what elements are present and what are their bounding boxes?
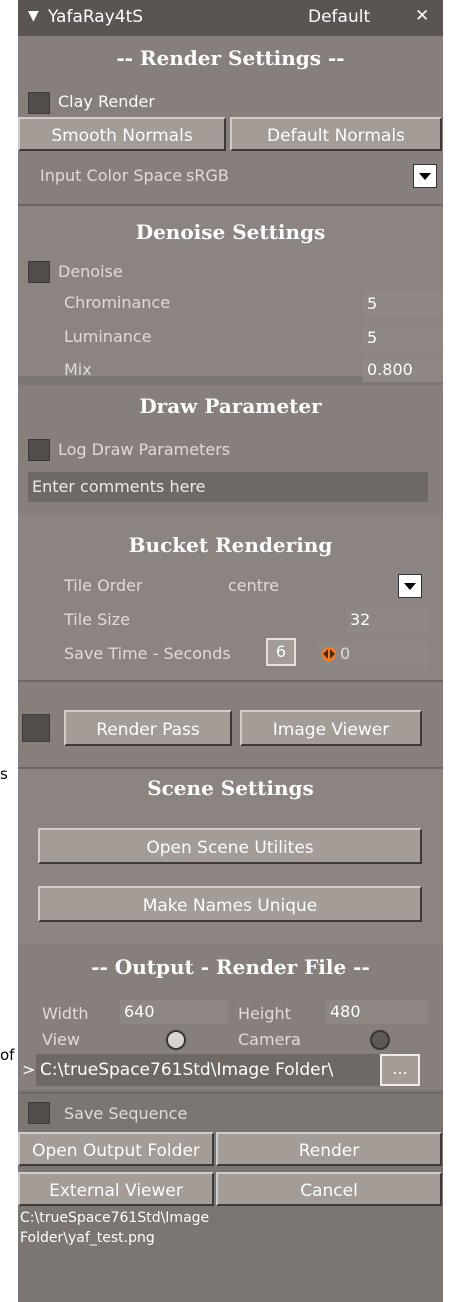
open-output-folder-button[interactable]: Open Output Folder <box>18 1132 214 1166</box>
clay-render-label: Clay Render <box>58 92 155 111</box>
render-button[interactable]: Render <box>216 1132 442 1166</box>
yafaray-panel: ▼ YafaRay4tS Default ✕ -- Render Setting… <box>18 0 443 1302</box>
collapse-icon[interactable]: ▼ <box>28 8 39 24</box>
luminance-field[interactable]: 5 <box>363 326 443 350</box>
counter-value: 0 <box>340 644 351 663</box>
denoise-header: Denoise Settings <box>135 220 326 244</box>
spinner-arrows-icon[interactable] <box>321 646 337 662</box>
open-scene-utilities-button[interactable]: Open Scene Utilites <box>38 828 422 864</box>
input-color-space-label: Input Color Space <box>40 166 183 185</box>
save-sequence-label: Save Sequence <box>64 1104 188 1123</box>
width-field[interactable]: 640 <box>120 1000 228 1024</box>
status-path-line2: Folder\yaf_test.png <box>20 1230 155 1246</box>
default-normals-button[interactable]: Default Normals <box>230 117 442 151</box>
bucket-rendering-header: Bucket Rendering <box>128 533 333 557</box>
view-label: View <box>42 1030 80 1049</box>
camera-radio[interactable] <box>370 1030 390 1050</box>
close-icon[interactable]: ✕ <box>415 6 429 26</box>
smooth-normals-button[interactable]: Smooth Normals <box>18 117 226 151</box>
stray-text: s <box>0 765 8 783</box>
denoise-checkbox[interactable] <box>28 261 50 283</box>
save-time-label: Save Time - Seconds <box>64 644 231 663</box>
tile-size-field[interactable]: 32 <box>346 608 428 632</box>
tile-order-dropdown-icon[interactable] <box>398 574 422 598</box>
camera-label: Camera <box>238 1030 301 1049</box>
title-bar: ▼ YafaRay4tS Default ✕ <box>18 0 443 36</box>
tile-order-value[interactable]: centre <box>228 576 279 595</box>
stray-text: of <box>0 1046 15 1064</box>
denoise-label: Denoise <box>58 262 123 281</box>
make-names-unique-button[interactable]: Make Names Unique <box>38 886 422 922</box>
scene-settings-header: Scene Settings <box>147 776 314 800</box>
tile-order-label: Tile Order <box>64 576 143 595</box>
pass-checkbox[interactable] <box>22 714 50 742</box>
cancel-button[interactable]: Cancel <box>216 1172 442 1206</box>
input-color-space-value[interactable]: sRGB <box>186 166 229 185</box>
color-space-dropdown-icon[interactable] <box>413 164 437 188</box>
preset-label[interactable]: Default <box>308 7 370 27</box>
mix-label: Mix <box>64 360 92 379</box>
output-path-input[interactable]: C:\trueSpace761Std\Image Folder\ <box>36 1054 380 1086</box>
tile-size-label: Tile Size <box>64 610 130 629</box>
width-label: Width <box>42 1004 89 1023</box>
draw-parameter-header: Draw Parameter <box>139 394 322 418</box>
external-viewer-button[interactable]: External Viewer <box>18 1172 214 1206</box>
panel-title: YafaRay4tS <box>48 7 144 27</box>
browse-button[interactable]: ... <box>380 1054 420 1086</box>
image-viewer-button[interactable]: Image Viewer <box>240 710 422 746</box>
path-prefix: > <box>22 1060 36 1079</box>
mix-field[interactable]: 0.800 <box>363 358 443 382</box>
chrominance-field[interactable]: 5 <box>363 292 443 316</box>
chrominance-label: Chrominance <box>64 293 171 312</box>
comments-input[interactable]: Enter comments here <box>28 472 428 502</box>
height-field[interactable]: 480 <box>326 1000 428 1024</box>
log-draw-label: Log Draw Parameters <box>58 440 231 459</box>
render-pass-button[interactable]: Render Pass <box>64 710 232 746</box>
luminance-label: Luminance <box>64 327 152 346</box>
render-settings-header: -- Render Settings -- <box>116 46 345 70</box>
output-header: -- Output - Render File -- <box>91 955 370 979</box>
status-path-line1: C:\trueSpace761Std\Image <box>20 1210 210 1226</box>
clay-render-checkbox[interactable] <box>28 92 50 114</box>
view-radio[interactable] <box>166 1030 186 1050</box>
save-sequence-checkbox[interactable] <box>28 1102 50 1124</box>
save-time-field[interactable]: 6 <box>266 638 296 666</box>
divider <box>18 1092 443 1094</box>
log-draw-checkbox[interactable] <box>28 439 50 461</box>
height-label: Height <box>238 1004 291 1023</box>
